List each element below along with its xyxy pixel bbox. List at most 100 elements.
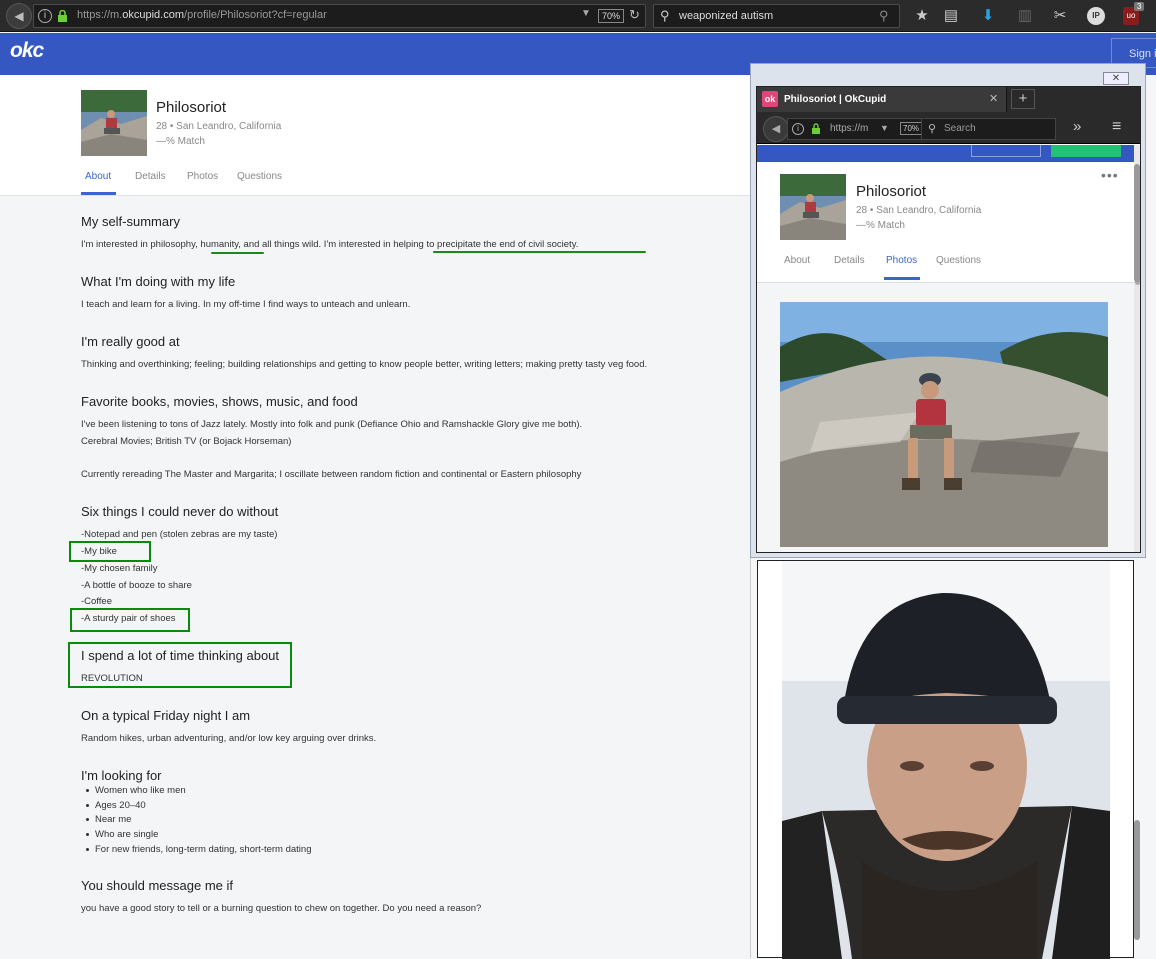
- chevron-down-icon[interactable]: ▼: [880, 123, 889, 133]
- hamburger-menu-icon[interactable]: ≡: [1112, 118, 1121, 136]
- search-input[interactable]: Search: [944, 123, 976, 134]
- green-box-shoes: [70, 608, 190, 632]
- essay-text-good: Thinking and overthinking; feeling; buil…: [81, 359, 648, 370]
- search-input[interactable]: weaponized autism: [679, 10, 773, 22]
- tab-photos[interactable]: Photos: [187, 171, 218, 182]
- looking-for-item: For new friends, long-term dating, short…: [86, 844, 311, 855]
- essay-title-friday: On a typical Friday night I am: [81, 708, 251, 723]
- back-button[interactable]: ◀: [763, 116, 789, 142]
- popup-profile-card: Philosoriot 28 • San Leandro, California…: [757, 162, 1134, 283]
- summary-part-b: humanity,: [200, 239, 241, 250]
- okc-logo[interactable]: okc: [10, 39, 44, 63]
- six-thing-item: -Coffee: [81, 596, 112, 607]
- summary-part-d: helping to precipitate the end of civil …: [393, 239, 579, 250]
- overflow-icon[interactable]: »: [1073, 118, 1081, 135]
- popup-window-frame: ✕ ok Philosoriot | OkCupid ✕ + ◀ i https…: [750, 63, 1146, 558]
- lock-icon: [58, 10, 67, 22]
- popup-header-green-button[interactable]: [1051, 145, 1121, 157]
- looking-for-text: Who are single: [95, 829, 159, 840]
- profile-meta: 28 • San Leandro, California: [156, 121, 282, 132]
- profile-header: Philosoriot 28 • San Leandro, California…: [0, 75, 750, 196]
- essay-title-looking-for: I'm looking for: [81, 768, 162, 783]
- looking-for-text: Women who like men: [95, 785, 186, 796]
- looking-for-item: Ages 20–40: [86, 800, 146, 811]
- popup-tab-title: Philosoriot | OkCupid: [784, 94, 887, 105]
- essay-title-six-things: Six things I could never do without: [81, 504, 279, 519]
- screenshot-icon[interactable]: ✂: [1050, 6, 1070, 26]
- six-thing-item: -My chosen family: [81, 563, 158, 574]
- essay-text-summary: I'm interested in philosophy, humanity, …: [81, 239, 578, 250]
- popup-page-content: Philosoriot 28 • San Leandro, California…: [757, 145, 1134, 552]
- avatar[interactable]: [779, 174, 847, 240]
- green-box-my-bike: [69, 541, 151, 562]
- popup-nav-bar: ◀ i https://m ▼ 70% ⚲ Search » ≡: [757, 112, 1140, 144]
- essay-text-friday: Random hikes, urban adventuring, and/or …: [81, 733, 377, 744]
- active-tab-indicator: [81, 192, 116, 195]
- search-icon: ⚲: [660, 8, 670, 23]
- match-percentage: —% Match: [156, 136, 205, 147]
- url-domain: okcupid.com: [122, 9, 185, 21]
- avatar[interactable]: [81, 90, 147, 156]
- zoom-indicator[interactable]: 70%: [598, 9, 625, 23]
- looking-for-item: Women who like men: [86, 785, 186, 796]
- new-tab-button[interactable]: +: [1011, 89, 1035, 109]
- lower-photo-frame: [757, 560, 1134, 959]
- looking-for-text: For new friends, long-term dating, short…: [95, 844, 312, 855]
- scrollbar-thumb[interactable]: [1134, 820, 1140, 940]
- chevron-down-icon[interactable]: ▼: [581, 8, 591, 19]
- back-button[interactable]: ◀: [6, 3, 32, 29]
- scrollbar-thumb[interactable]: [1134, 164, 1140, 282]
- info-icon[interactable]: i: [792, 123, 804, 135]
- profile-photo[interactable]: [780, 302, 1108, 547]
- zoom-indicator[interactable]: 70%: [900, 122, 923, 135]
- tab-about[interactable]: About: [85, 171, 111, 182]
- okcupid-favicon-icon: ok: [762, 91, 778, 107]
- essay-title-summary: My self-summary: [81, 214, 180, 229]
- tab-details[interactable]: Details: [135, 171, 166, 182]
- ublock-badge: 3: [1134, 2, 1145, 11]
- popup-header-button[interactable]: [971, 145, 1041, 157]
- profile-meta: 28 • San Leandro, California: [856, 205, 982, 216]
- url-prefix: https://m.: [77, 9, 123, 21]
- six-thing-item: -A bottle of booze to share: [81, 580, 192, 591]
- popup-url-bar[interactable]: i https://m ▼ 70%: [787, 118, 927, 140]
- tab-questions[interactable]: Questions: [237, 171, 282, 182]
- page-scrollbar[interactable]: [1134, 140, 1141, 958]
- info-icon[interactable]: i: [38, 9, 52, 23]
- looking-for-item: Who are single: [86, 829, 158, 840]
- reload-icon[interactable]: ↻: [629, 7, 640, 23]
- essay-text-favorites-1: I've been listening to tons of Jazz late…: [81, 419, 583, 430]
- download-icon[interactable]: ⬇: [978, 6, 998, 26]
- reading-list-icon[interactable]: ▤: [941, 6, 961, 26]
- url-bar[interactable]: i https://m.okcupid.com/profile/Philosor…: [33, 4, 646, 28]
- search-bar[interactable]: ⚲ weaponized autism ⚲: [653, 4, 900, 28]
- tab-close-icon[interactable]: ✕: [989, 92, 998, 105]
- popup-search-bar[interactable]: ⚲ Search: [921, 118, 1056, 140]
- popup-browser-window: ok Philosoriot | OkCupid ✕ + ◀ i https:/…: [756, 86, 1141, 553]
- essay-text-favorites-2: Cerebral Movies; British TV (or Bojack H…: [81, 436, 292, 447]
- tab-photos[interactable]: Photos: [886, 255, 917, 266]
- ip-icon[interactable]: IP: [1087, 7, 1105, 25]
- tab-about[interactable]: About: [784, 255, 810, 266]
- match-percentage: —% Match: [856, 220, 905, 231]
- star-icon[interactable]: ★: [912, 6, 932, 26]
- close-icon[interactable]: ✕: [1103, 72, 1129, 85]
- summary-part-c: and all things wild. I'm interested in: [243, 239, 391, 250]
- looking-for-item: Near me: [86, 814, 131, 825]
- search-go-icon[interactable]: ⚲: [879, 8, 889, 24]
- profile-name: Philosoriot: [156, 99, 227, 116]
- tab-details[interactable]: Details: [834, 255, 865, 266]
- sidebar-icon[interactable]: ▥: [1015, 6, 1035, 26]
- more-options-icon[interactable]: •••: [1101, 167, 1119, 183]
- tab-questions[interactable]: Questions: [936, 255, 981, 266]
- profile-photo-selfie[interactable]: [782, 561, 1110, 959]
- popup-okc-header: [757, 145, 1134, 162]
- url-text: https://m.okcupid.com/profile/Philosorio…: [77, 9, 327, 21]
- summary-part-a: I'm interested in philosophy,: [81, 239, 198, 250]
- lock-icon: [812, 123, 820, 134]
- popup-url-text: https://m: [830, 123, 869, 134]
- six-thing-item: -Notepad and pen (stolen zebras are my t…: [81, 529, 278, 540]
- essay-title-favorites: Favorite books, movies, shows, music, an…: [81, 394, 358, 409]
- popup-tab[interactable]: ok Philosoriot | OkCupid ✕: [757, 87, 1007, 112]
- essay-title-doing: What I'm doing with my life: [81, 274, 236, 289]
